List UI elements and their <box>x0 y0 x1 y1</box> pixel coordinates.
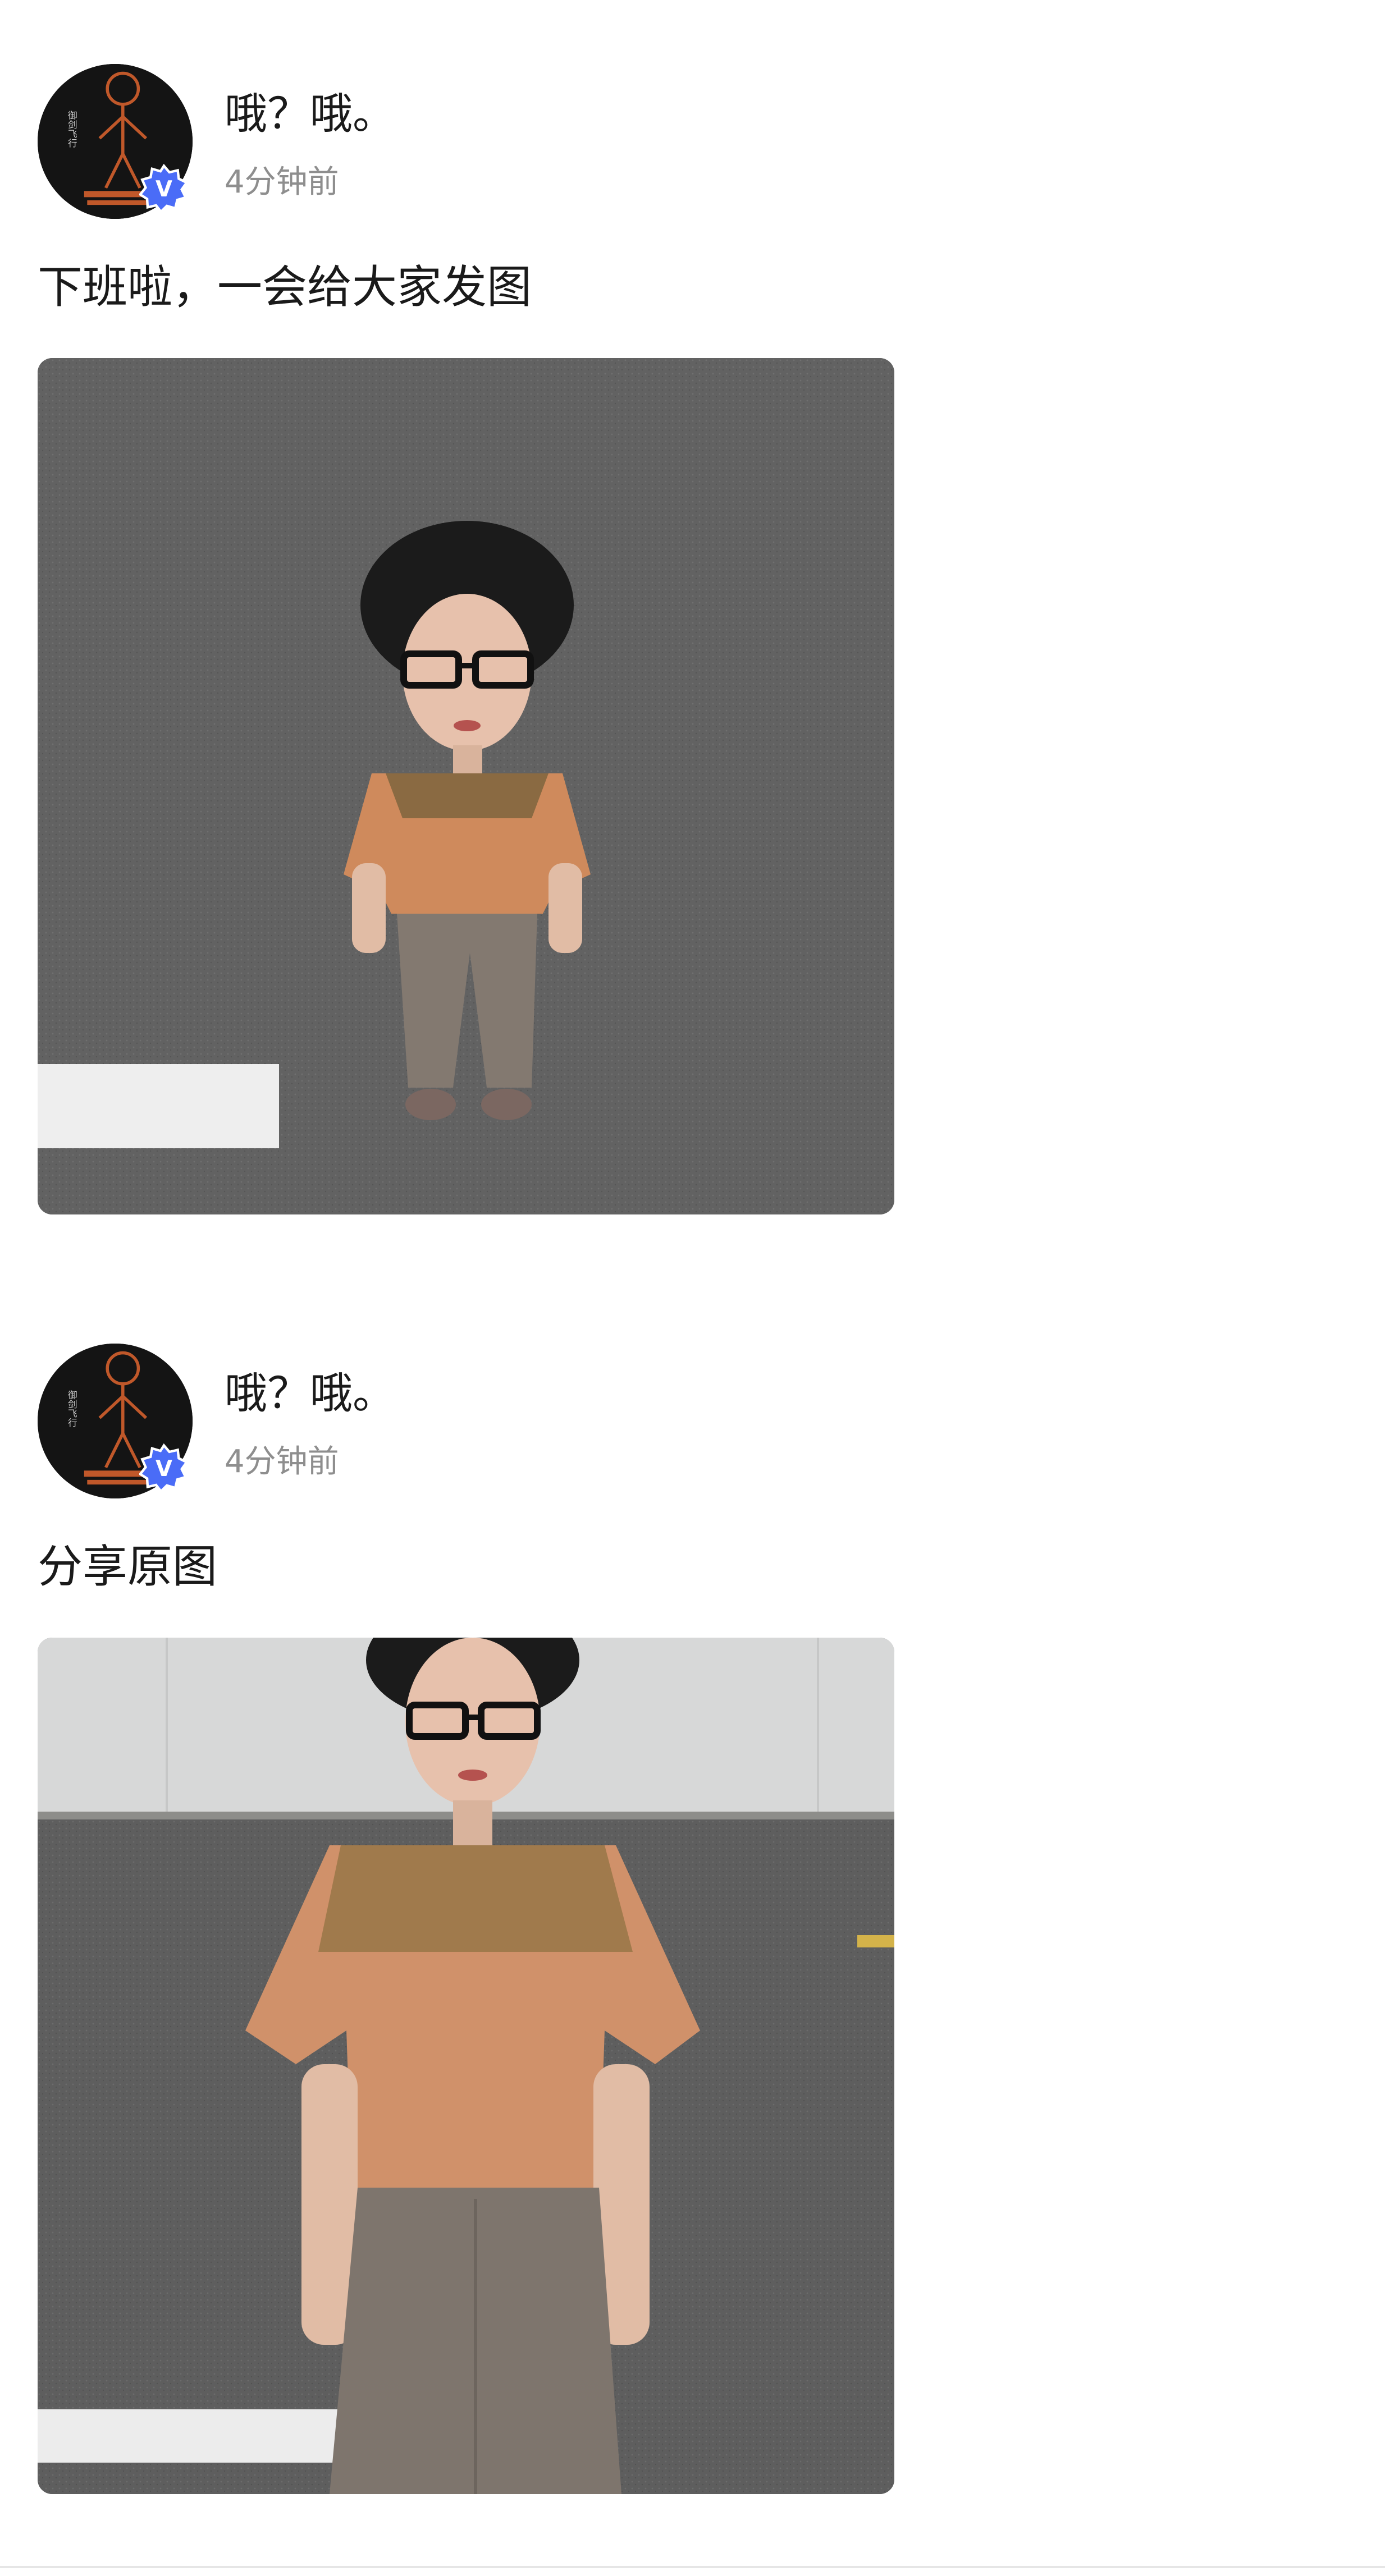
divider <box>0 2566 1385 2568</box>
avatar-text: 御剑飞行 <box>66 1390 77 1428</box>
feed-post: 御剑飞行 V 哦？哦。 4分钟前 下班啦，一会给大家发图 <box>0 0 1385 1280</box>
post-caption: 分享原图 <box>38 1541 217 1593</box>
post-photo[interactable] <box>38 358 894 1214</box>
verified-mark: V <box>156 1456 172 1482</box>
feed-post: 御剑飞行 V 哦？哦。 4分钟前 分享原图 <box>0 1280 1385 2570</box>
username[interactable]: 哦？哦。 <box>225 1368 395 1419</box>
photo-person-on-asphalt <box>38 358 894 1214</box>
verified-mark: V <box>156 177 172 202</box>
post-photo[interactable] <box>38 1638 894 2494</box>
verified-badge-icon: V <box>139 164 189 213</box>
username[interactable]: 哦？哦。 <box>225 89 395 139</box>
post-time: 4分钟前 <box>225 1443 339 1480</box>
post-caption: 下班啦，一会给大家发图 <box>38 261 532 313</box>
photo-person-closeup <box>38 1638 894 2494</box>
post-time: 4分钟前 <box>225 164 339 200</box>
avatar-text: 御剑飞行 <box>66 110 77 148</box>
verified-badge-icon: V <box>139 1443 189 1493</box>
